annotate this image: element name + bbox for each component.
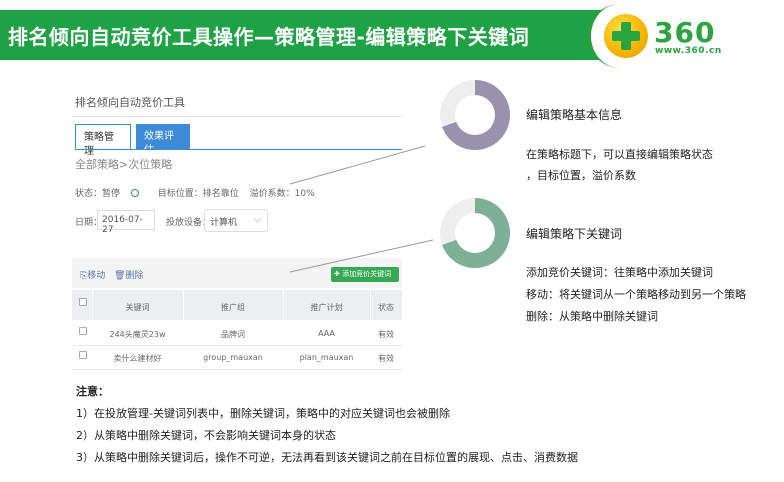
ring-icon-keywords xyxy=(440,198,510,268)
pointer-line-2 xyxy=(289,239,434,273)
callout-line: 删除：从策略中删除关键词 xyxy=(526,310,658,323)
callout-heading-keywords: 编辑策略下关键词 xyxy=(526,227,623,241)
note-item: 3）从策略中删除关键词后，操作不可逆，无法再看到该关键词之前在目标位置的展现、点… xyxy=(76,451,578,464)
note-item: 2）从策略中删除关键词，不会影响关键词本身的状态 xyxy=(76,429,336,442)
note-item: 1）在投放管理-关键词列表中，删除关键词，策略中的对应关键词也会被删除 xyxy=(76,407,450,420)
callout-line: ，目标位置，溢价系数 xyxy=(526,169,636,182)
callout-line: 添加竞价关键词：往策略中添加关键词 xyxy=(526,266,713,279)
callout-heading-basic-info: 编辑策略基本信息 xyxy=(526,108,623,122)
pointer-line-1 xyxy=(289,145,426,185)
callout-line: 移动：将关键词从一个策略移动到另一个策略 xyxy=(526,288,746,301)
ring-icon-basic-info xyxy=(440,80,510,150)
callout-line: 在策略标题下，可以直接编辑策略状态 xyxy=(526,148,713,161)
notes-heading: 注意： xyxy=(76,385,109,398)
